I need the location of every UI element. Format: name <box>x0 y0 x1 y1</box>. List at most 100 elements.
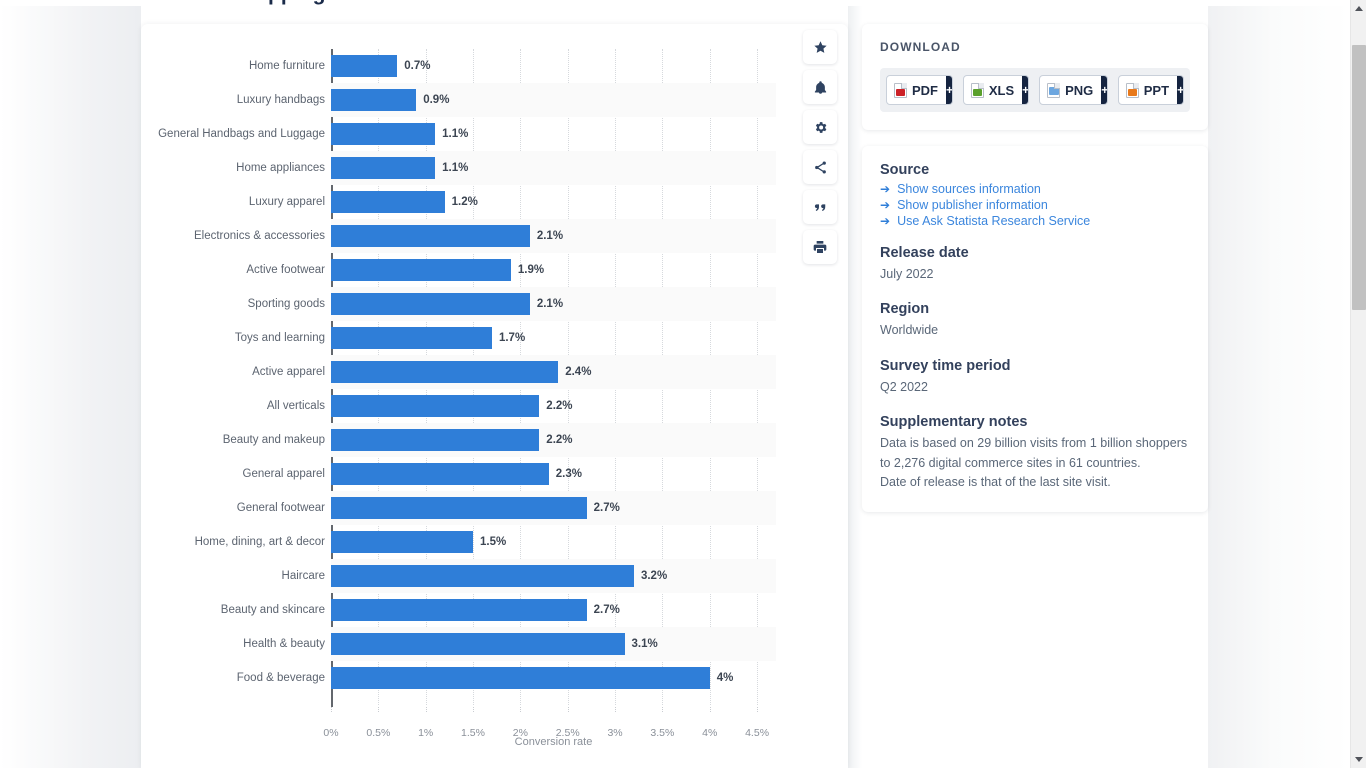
bar-category-label: Active footwear <box>246 264 325 276</box>
bar-value-label: 3.2% <box>640 570 668 582</box>
research-service-link-row[interactable]: ➔ Use Ask Statista Research Service <box>880 214 1190 228</box>
x-tick-mark <box>331 707 332 712</box>
arrow-icon: ➔ <box>880 182 891 196</box>
chart-bar-row: Home furniture 0.7% <box>249 49 776 83</box>
chart-action-rail <box>803 30 837 264</box>
bar[interactable] <box>331 429 540 451</box>
bar-category-label: Luxury apparel <box>248 196 325 208</box>
png-file-icon <box>1047 82 1061 98</box>
bar[interactable] <box>331 633 625 655</box>
favorite-button[interactable] <box>803 30 837 64</box>
download-button-label: PPT <box>1143 82 1170 98</box>
download-options-toggle[interactable]: + <box>1022 76 1029 104</box>
bar-value-label: 2.4% <box>565 366 592 378</box>
bar[interactable] <box>331 123 436 145</box>
arrow-icon: ➔ <box>880 198 891 212</box>
background-shade-middle <box>848 6 862 768</box>
bar-category-label: Luxury handbags <box>236 94 325 106</box>
bar[interactable] <box>331 565 634 587</box>
bar-category-label: Home, dining, art & decor <box>194 536 325 548</box>
x-tick-mark <box>662 707 664 712</box>
bar[interactable] <box>331 89 417 111</box>
chart-bar-row: Active apparel 2.4% <box>252 355 776 389</box>
bar-value-label: 2.1% <box>536 230 564 242</box>
notify-button[interactable] <box>803 70 837 104</box>
bar-value-label: 3.1% <box>631 638 658 650</box>
chart-plot-area: Home furniture 0.7% Luxury handbags 0.9% Gen… <box>158 49 776 748</box>
bar[interactable] <box>331 463 549 485</box>
bar[interactable] <box>331 497 587 519</box>
bar-value-label: 1.2% <box>451 196 478 208</box>
bar[interactable] <box>331 259 511 281</box>
bar[interactable] <box>331 55 398 77</box>
xls-file-icon <box>970 82 984 98</box>
bar-category-label: General Handbags and Luggage <box>158 128 325 140</box>
publisher-link-row[interactable]: ➔ Show publisher information <box>880 198 1190 212</box>
chart-bar-row: Active footwear 1.9% <box>246 253 776 287</box>
bar[interactable] <box>331 191 445 213</box>
bar-value-label: 2.3% <box>555 468 582 480</box>
brand-title-cutoff: Statista <box>876 0 952 6</box>
bar[interactable] <box>331 667 710 689</box>
download-ppt-button[interactable]: PPT + <box>1117 75 1184 105</box>
scroll-up-arrow-icon[interactable] <box>1351 0 1366 17</box>
scroll-down-arrow-icon[interactable] <box>1351 751 1366 768</box>
chart-bar-row: Beauty and skincare 2.7% <box>221 593 776 627</box>
release-date-value: July 2022 <box>880 267 934 281</box>
survey-period-heading: Survey time period <box>880 357 1011 374</box>
bar[interactable] <box>331 157 436 179</box>
cite-button[interactable] <box>803 190 837 224</box>
supplementary-note-line: Data is based on 29 billion visits from … <box>880 436 1188 470</box>
source-heading: Source <box>880 162 930 178</box>
release-date-heading: Release date <box>880 245 969 261</box>
chart-bar-row: Luxury apparel 1.2% <box>249 185 776 219</box>
download-panel: DOWNLOAD PDF + XLS + PNG + PPT + <box>862 24 1208 130</box>
settings-button[interactable] <box>803 110 837 144</box>
bar-category-label: Food & beverage <box>236 672 325 684</box>
x-tick-mark <box>425 707 427 712</box>
quote-icon <box>813 200 828 215</box>
chart-card: Home furniture 0.7% Luxury handbags 0.9% Gen… <box>141 24 848 768</box>
bar-value-label: 1.5% <box>480 536 507 548</box>
bar-value-label: 2.1% <box>536 298 564 310</box>
bar-category-label: Sporting goods <box>247 298 325 310</box>
ask-statista-research-service-link[interactable]: Use Ask Statista Research Service <box>897 214 1090 228</box>
ppt-file-icon <box>1125 82 1139 98</box>
scrollbar-thumb[interactable] <box>1352 45 1366 310</box>
download-pdf-button[interactable]: PDF + <box>886 75 953 105</box>
bar-value-label: 2.2% <box>546 434 573 446</box>
right-column: DOWNLOAD PDF + XLS + PNG + PPT + Source ➔ Show … <box>862 24 1208 513</box>
bar-category-label: General apparel <box>242 468 325 480</box>
gear-icon <box>813 120 828 135</box>
download-options-toggle[interactable]: + <box>946 76 952 104</box>
bar[interactable] <box>331 361 559 383</box>
chart-bar-row: Sporting goods 2.1% <box>248 287 776 321</box>
print-button[interactable] <box>803 230 837 264</box>
bar[interactable] <box>331 327 492 349</box>
x-tick-mark <box>567 707 569 712</box>
share-button[interactable] <box>803 150 837 184</box>
x-tick-mark <box>520 707 522 712</box>
bell-icon <box>813 80 828 95</box>
bar[interactable] <box>331 395 540 417</box>
chart-bar-row: General apparel 2.3% <box>243 457 776 491</box>
bar-value-label: 0.9% <box>423 94 450 106</box>
source-link-row[interactable]: ➔ Show sources information <box>880 182 1190 196</box>
bar-category-label: Beauty and skincare <box>220 604 325 616</box>
bar[interactable] <box>331 599 587 621</box>
bar[interactable] <box>331 293 530 315</box>
download-xls-button[interactable]: XLS + <box>962 75 1030 105</box>
bar-category-label: All verticals <box>266 400 325 412</box>
x-tick-mark <box>473 707 475 712</box>
bar[interactable] <box>331 531 474 553</box>
download-png-button[interactable]: PNG + <box>1039 75 1108 105</box>
download-options-toggle[interactable]: + <box>1177 76 1183 104</box>
bar-value-label: 1.1% <box>442 162 469 174</box>
page-scrollbar[interactable] <box>1350 0 1366 768</box>
bar[interactable] <box>331 225 530 247</box>
show-sources-information-link[interactable]: Show sources information <box>897 182 1041 196</box>
bar-category-label: Haircare <box>281 570 325 582</box>
show-publisher-information-link[interactable]: Show publisher information <box>897 198 1048 212</box>
download-options-toggle[interactable]: + <box>1101 76 1107 104</box>
bar-category-label: Toys and learning <box>234 332 325 344</box>
